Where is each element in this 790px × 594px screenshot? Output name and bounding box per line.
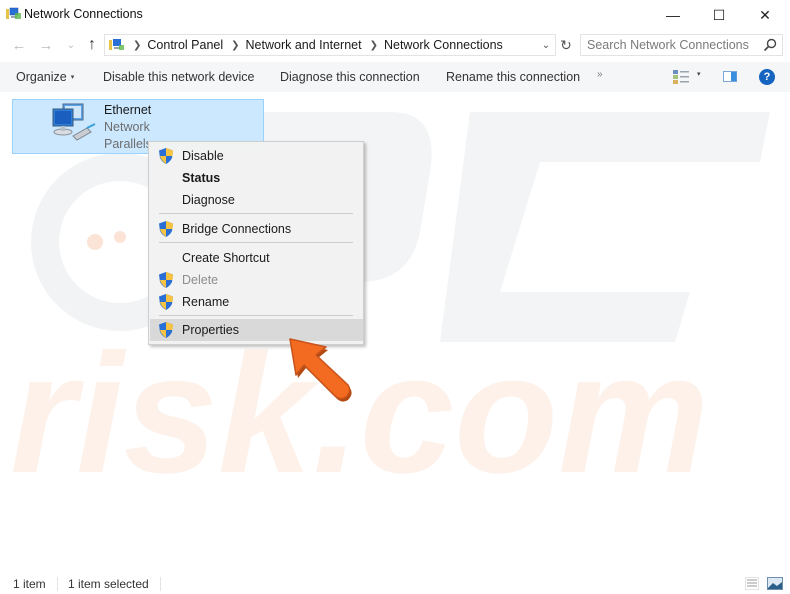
breadcrumb-network-connections[interactable]: Network Connections (384, 38, 503, 52)
context-menu: Disable Status Diagnose Bridge Connectio… (148, 141, 364, 345)
menu-item-label: Delete (182, 273, 219, 287)
menu-item-create-shortcut[interactable]: Create Shortcut (151, 247, 361, 269)
menu-item-bridge-connections[interactable]: Bridge Connections (151, 218, 361, 240)
forward-button[interactable]: → (37, 35, 55, 55)
menu-item-label: Bridge Connections (182, 222, 292, 236)
breadcrumb-separator-icon: ❯ (133, 39, 142, 51)
status-divider (160, 577, 161, 591)
maximize-button[interactable]: ☐ (696, 0, 742, 30)
uac-shield-icon (159, 272, 173, 288)
back-button[interactable]: ← (10, 35, 28, 55)
maximize-icon: ☐ (712, 6, 726, 23)
back-arrow-icon: ← (11, 36, 27, 54)
forward-arrow-icon: → (38, 36, 54, 54)
breadcrumb-separator-icon[interactable]: ❯ (370, 40, 378, 51)
address-dropdown-button[interactable]: ⌄ (539, 37, 553, 53)
network-location-icon (109, 39, 124, 50)
chevron-down-icon: ⌄ (541, 39, 551, 51)
menu-item-label: Properties (182, 323, 239, 337)
status-divider (57, 577, 58, 591)
uac-shield-icon (159, 148, 173, 164)
file-list-area: risk.com Ethernet Network Parallels (0, 92, 790, 568)
large-icons-view-icon[interactable] (767, 577, 783, 590)
close-icon: ✕ (759, 6, 771, 23)
up-arrow-icon: ↑ (88, 36, 96, 53)
pcrisk-watermark: risk.com (10, 112, 770, 509)
search-box (580, 34, 783, 56)
status-bar: 1 item 1 item selected (0, 572, 790, 594)
svg-text:risk.com: risk.com (10, 319, 709, 509)
menu-item-label: Create Shortcut (182, 251, 270, 265)
menu-item-status[interactable]: Status (151, 167, 361, 189)
breadcrumb-separator-icon[interactable]: ❯ (231, 40, 239, 51)
refresh-button[interactable]: ↻ (557, 35, 575, 55)
uac-shield-icon (159, 221, 173, 237)
more-commands-button[interactable]: » (597, 69, 603, 80)
selected-count: 1 item selected (68, 577, 149, 591)
connection-name: Ethernet (104, 103, 152, 117)
organize-label: Organize (16, 70, 67, 84)
menu-item-label: Diagnose (182, 193, 235, 207)
command-bar: Organize ▾ Disable this network device Di… (0, 62, 790, 92)
item-count: 1 item (13, 577, 46, 591)
refresh-icon: ↻ (560, 36, 572, 53)
breadcrumb-network-and-internet[interactable]: Network and Internet (246, 38, 362, 52)
up-button[interactable]: ↑ (83, 35, 101, 55)
disable-network-device-button[interactable]: Disable this network device (103, 70, 254, 84)
menu-item-label: Status (182, 171, 221, 185)
menu-separator (159, 315, 353, 316)
diagnose-connection-button[interactable]: Diagnose this connection (280, 70, 420, 84)
address-bar[interactable]: ❯ Control Panel ❯ Network and Internet ❯… (104, 34, 556, 56)
connection-device: Parallels (104, 137, 152, 151)
menu-item-delete: Delete (151, 269, 361, 291)
network-adapter-icon (52, 103, 96, 141)
network-connections-app-icon (6, 7, 21, 19)
menu-item-label: Disable (182, 149, 224, 163)
change-view-icon[interactable] (673, 70, 689, 84)
uac-shield-icon (159, 294, 173, 310)
menu-separator (159, 242, 353, 243)
uac-shield-icon (159, 322, 173, 338)
menu-item-label: Rename (182, 295, 230, 309)
connection-status: Network (104, 120, 150, 134)
minimize-icon: — (666, 7, 680, 23)
navigation-bar: ← → ⌄ ↑ ❯ Control Panel ❯ Network and In… (0, 32, 790, 58)
search-icon[interactable] (763, 38, 777, 52)
breadcrumb-control-panel[interactable]: Control Panel (147, 38, 223, 52)
help-button[interactable]: ? (759, 69, 775, 85)
caret-down-icon: ▾ (70, 74, 75, 81)
recent-locations-button[interactable]: ⌄ (62, 35, 80, 55)
annotation-arrow-icon (289, 338, 352, 402)
menu-item-disable[interactable]: Disable (151, 145, 361, 167)
minimize-button[interactable]: — (650, 0, 696, 30)
help-icon: ? (763, 71, 771, 83)
close-button[interactable]: ✕ (742, 0, 788, 30)
menu-item-rename[interactable]: Rename (151, 291, 361, 313)
search-input[interactable] (581, 35, 761, 55)
preview-pane-icon[interactable] (723, 71, 737, 82)
view-options-dropdown[interactable]: ▾ (697, 70, 701, 78)
chevron-down-icon: ⌄ (66, 39, 76, 51)
rename-connection-button[interactable]: Rename this connection (446, 70, 580, 84)
organize-button[interactable]: Organize ▾ (16, 70, 74, 84)
menu-item-diagnose[interactable]: Diagnose (151, 189, 361, 211)
details-view-icon[interactable] (745, 577, 759, 590)
window-title: Network Connections (24, 7, 143, 21)
menu-separator (159, 213, 353, 214)
title-bar: Network Connections — ☐ ✕ (0, 0, 790, 30)
